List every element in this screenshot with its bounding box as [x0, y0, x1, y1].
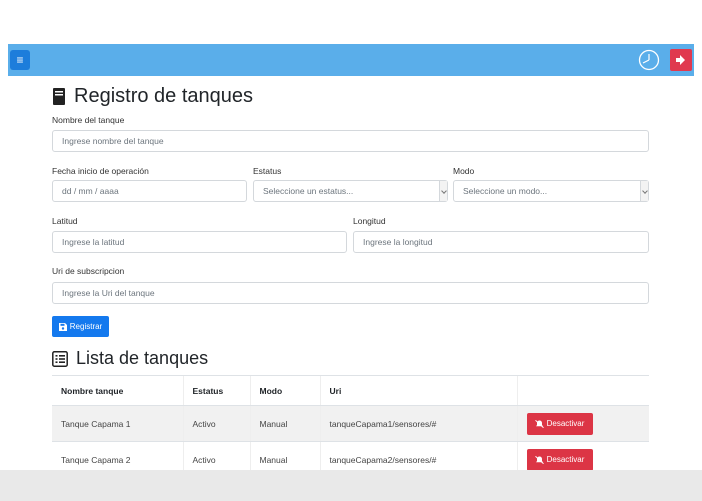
logout-button[interactable]: [670, 49, 692, 71]
desactivar-label: Desactivar: [546, 419, 585, 428]
estatus-label: Estatus: [253, 166, 282, 176]
cell-uri: tanqueCapama2/sensores/#: [319, 441, 517, 470]
modo-select[interactable]: Seleccione un modo...: [453, 180, 649, 202]
top-navbar: ≡: [8, 44, 694, 76]
menu-toggle-button[interactable]: ≡: [10, 50, 30, 70]
uri-placeholder: Ingrese la Uri del tanque: [62, 288, 155, 298]
cell-estatus: Activo: [182, 441, 250, 470]
bell-slash-icon: [534, 455, 544, 464]
estatus-selected: Seleccione un estatus...: [263, 186, 354, 196]
longitud-input[interactable]: Ingrese la longitud: [353, 231, 649, 253]
main-content: Registro de tanques Nombre del tanque In…: [52, 84, 649, 470]
desactivar-button[interactable]: Desactivar: [526, 412, 593, 435]
chevron-down-icon: [439, 181, 447, 201]
estatus-select[interactable]: Seleccione un estatus...: [253, 180, 448, 202]
latitud-input[interactable]: Ingrese la latitud: [52, 231, 347, 253]
clock-icon[interactable]: [638, 49, 660, 71]
registrar-label: Registrar: [69, 322, 103, 331]
modo-label: Modo: [453, 166, 475, 176]
cell-modo: Manual: [249, 405, 320, 442]
table-row: Tanque Capama 2 Activo Manual tanqueCapa…: [52, 441, 649, 470]
form-title: Registro de tanques: [52, 84, 649, 108]
sign-out-icon: [676, 55, 685, 65]
cell-uri: tanqueCapama1/sensores/#: [319, 405, 517, 442]
hamburger-icon: ≡: [16, 53, 24, 67]
latitud-label: Latitud: [52, 216, 78, 226]
longitud-placeholder: Ingrese la longitud: [363, 237, 433, 247]
table-header-row: Nombre tanque Estatus Modo Uri: [52, 375, 649, 406]
book-icon: [52, 87, 66, 105]
modo-selected: Seleccione un modo...: [463, 186, 548, 196]
desactivar-label: Desactivar: [546, 455, 585, 464]
fecha-input[interactable]: dd / mm / aaaa: [52, 180, 247, 202]
nombre-label: Nombre del tanque: [52, 115, 125, 125]
uri-input[interactable]: Ingrese la Uri del tanque: [52, 282, 649, 304]
longitud-label: Longitud: [353, 216, 386, 226]
save-icon: [58, 322, 67, 331]
list-title: Lista de tanques: [52, 348, 208, 369]
nombre-input[interactable]: Ingrese nombre del tanque: [52, 130, 649, 152]
bell-slash-icon: [534, 419, 544, 428]
column-header: [516, 375, 649, 406]
latitud-placeholder: Ingrese la latitud: [62, 237, 125, 247]
column-header: Estatus: [182, 375, 250, 406]
tanques-table: Nombre tanque Estatus Modo Uri Tanque Ca…: [52, 375, 649, 470]
chevron-down-icon: [640, 181, 648, 201]
cell-action: Desactivar: [516, 405, 649, 442]
column-header: Modo: [249, 375, 320, 406]
cell-estatus: Activo: [182, 405, 250, 442]
app-viewport: ≡ Registro de tanques Nombre del tanque …: [0, 0, 702, 470]
cell-nombre: Tanque Capama 1: [52, 405, 183, 442]
list-title-text: Lista de tanques: [76, 348, 209, 368]
cell-modo: Manual: [249, 441, 320, 470]
fecha-label: Fecha inicio de operación: [52, 166, 149, 176]
nombre-placeholder: Ingrese nombre del tanque: [62, 136, 164, 146]
uri-label: Uri de subscripcion: [52, 266, 125, 276]
registrar-button[interactable]: Registrar: [52, 316, 109, 337]
column-header: Uri: [319, 375, 517, 406]
column-header: Nombre tanque: [52, 375, 183, 406]
list-icon: [52, 350, 68, 367]
form-title-text: Registro de tanques: [74, 84, 254, 107]
table-row: Tanque Capama 1 Activo Manual tanqueCapa…: [52, 405, 649, 442]
cell-nombre: Tanque Capama 2: [52, 441, 183, 470]
desactivar-button[interactable]: Desactivar: [526, 448, 593, 470]
cell-action: Desactivar: [516, 441, 649, 470]
fecha-placeholder: dd / mm / aaaa: [62, 186, 119, 196]
